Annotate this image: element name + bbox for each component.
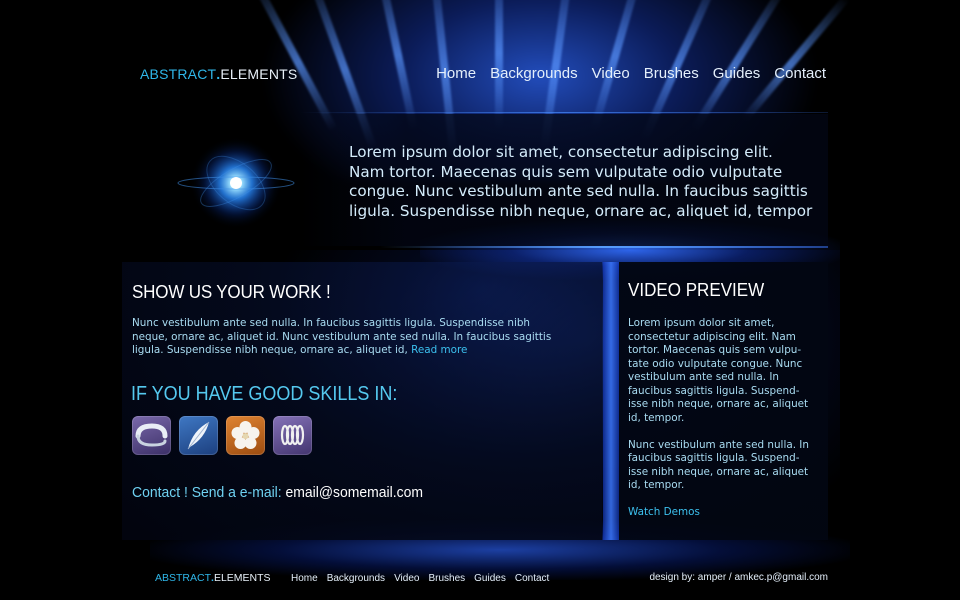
- feather-icon[interactable]: [179, 416, 218, 455]
- footer-logo[interactable]: ABSTRACT.ELEMENTS: [155, 572, 271, 584]
- footer-nav-contact[interactable]: Contact: [515, 573, 549, 584]
- hero-line: Lorem ipsum dolor sit amet, consectetur …: [349, 143, 773, 161]
- video-line: Nunc vestibulum ante sed nulla. In: [628, 438, 809, 451]
- nav-backgrounds[interactable]: Backgrounds: [490, 65, 578, 82]
- hero-line: ligula. Suspendisse nibh neque, ornare a…: [349, 201, 813, 220]
- hero-line: congue. Nunc vestibulum ante sed nulla. …: [349, 182, 808, 200]
- footer-nav-backgrounds[interactable]: Backgrounds: [327, 573, 385, 584]
- video-preview-text: Lorem ipsum dolor sit amet, consectetur …: [628, 317, 824, 493]
- show-work-text: Nunc vestibulum ante sed nulla. In fauci…: [132, 317, 592, 358]
- video-line: vestibulum ante sed nulla. In: [628, 371, 779, 383]
- spring-coil-icon[interactable]: [273, 416, 312, 455]
- video-line: isse nibh neque, ornare ac, aliquet: [628, 398, 809, 410]
- panel-divider: [603, 262, 619, 540]
- video-line: faucibus sagittis ligula. Suspend-: [628, 384, 800, 397]
- footer-logo-part1: ABSTRACT: [155, 572, 212, 584]
- show-work-line: ligula. Suspendisse nibh neque, ornare a…: [132, 344, 408, 356]
- video-line: id, tempor.: [628, 411, 685, 424]
- video-line: tate odio vulputate congue. Nunc: [628, 357, 803, 370]
- video-line: faucibus sagittis ligula. Suspend-: [628, 452, 800, 464]
- site-logo[interactable]: ABSTRACT.ELEMENTS: [140, 66, 297, 82]
- video-line: id, tempor.: [628, 479, 685, 491]
- nav-video[interactable]: Video: [592, 65, 630, 82]
- main-nav: Home Backgrounds Video Brushes Guides Co…: [436, 65, 826, 82]
- hero-line: Nam tortor. Maecenas quis sem vulputate …: [349, 162, 783, 181]
- nav-contact[interactable]: Contact: [774, 65, 826, 82]
- skills-heading: IF YOU HAVE GOOD SKILLS IN:: [131, 383, 398, 405]
- contact-email-link[interactable]: email@somemail.com: [286, 484, 423, 501]
- hero-top-line: [300, 112, 828, 113]
- logo-part2: ELEMENTS: [220, 66, 298, 82]
- footer-nav-home[interactable]: Home: [291, 573, 318, 584]
- watch-demos-link[interactable]: Watch Demos: [628, 506, 700, 518]
- video-line: tortor. Maecenas quis sem vulpu-: [628, 344, 802, 356]
- logo-part1: ABSTRACT: [140, 66, 217, 82]
- horseshoe-icon[interactable]: [132, 416, 171, 455]
- nav-home[interactable]: Home: [436, 65, 476, 82]
- hero-bottom-line: [380, 246, 828, 248]
- nav-brushes[interactable]: Brushes: [644, 65, 699, 82]
- show-work-line: neque, ornare ac, aliquet id. Nunc vesti…: [132, 330, 552, 343]
- footer-credit: design by: amper / amkec.p@gmail.com: [649, 572, 828, 583]
- show-work-line: Nunc vestibulum ante sed nulla. In fauci…: [132, 317, 531, 329]
- video-line: isse nibh neque, ornare ac, aliquet: [628, 465, 809, 478]
- footer-nav-guides[interactable]: Guides: [474, 573, 506, 584]
- skills-icon-row: [132, 416, 312, 455]
- nav-guides[interactable]: Guides: [713, 65, 761, 82]
- footer-logo-part2: ELEMENTS: [213, 572, 271, 584]
- contact-label: Contact ! Send a e-mail:: [132, 484, 282, 501]
- glowing-orb-icon: [176, 128, 296, 238]
- footer-nav: Home Backgrounds Video Brushes Guides Co…: [291, 573, 549, 584]
- footer-nav-brushes[interactable]: Brushes: [428, 573, 465, 584]
- hero-intro-text: Lorem ipsum dolor sit amet, consectetur …: [349, 143, 819, 221]
- video-line: consectetur adipiscing elit. Nam: [628, 330, 796, 343]
- video-preview-heading: VIDEO PREVIEW: [628, 279, 765, 300]
- footer-nav-video[interactable]: Video: [394, 573, 419, 584]
- read-more-link[interactable]: Read more: [411, 344, 467, 356]
- contact-line: Contact ! Send a e-mail: email@somemail.…: [132, 484, 423, 501]
- video-line: Lorem ipsum dolor sit amet,: [628, 317, 775, 329]
- show-work-heading: SHOW US YOUR WORK !: [132, 281, 331, 302]
- flower-icon[interactable]: [226, 416, 265, 455]
